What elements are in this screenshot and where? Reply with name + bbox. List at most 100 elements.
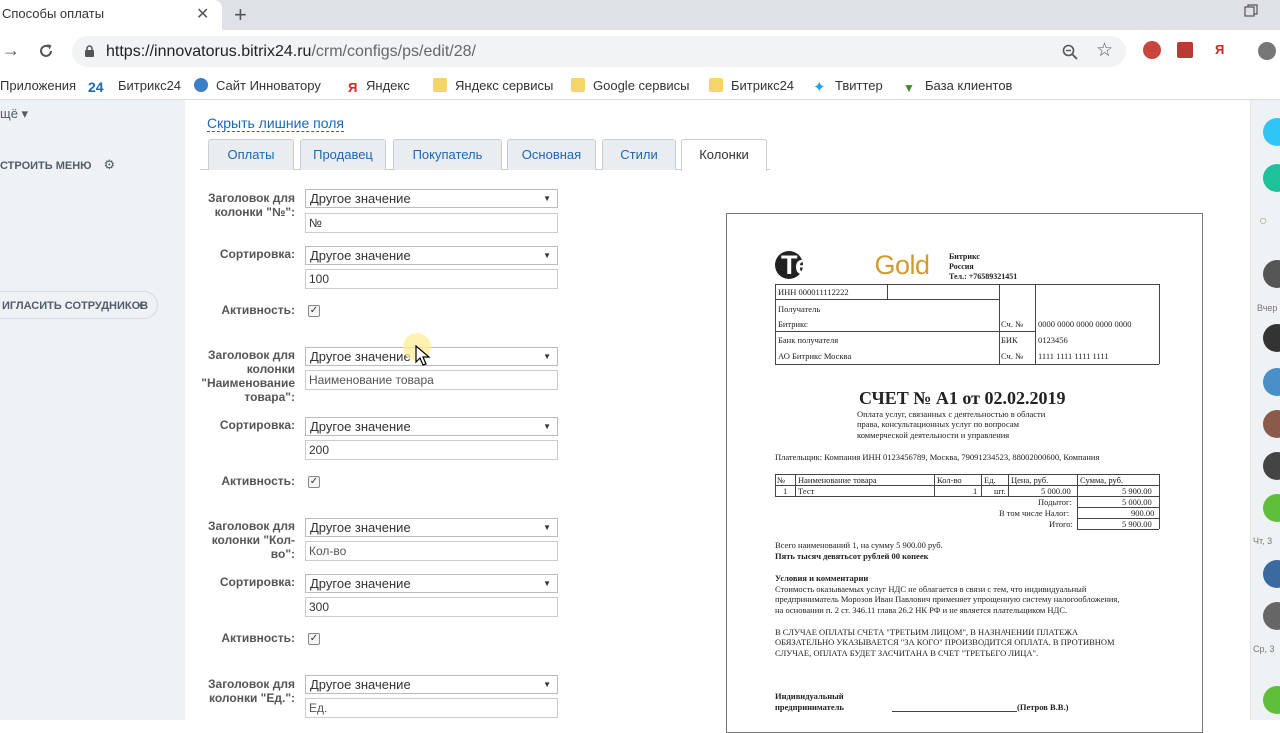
timestamp-label: Вчер — [1257, 303, 1278, 313]
payer-line: Плательщик: Компания ИНН 0123456789, Мос… — [775, 452, 1100, 462]
unit-header-input[interactable]: Ед. — [305, 698, 558, 718]
table-header: Цена, руб. — [1011, 475, 1049, 485]
avatar[interactable] — [1263, 260, 1280, 288]
account-number: 0000 0000 0000 0000 0000 — [1038, 319, 1132, 329]
tab-seller[interactable]: Продавец — [300, 139, 386, 170]
select-value: Другое значение — [310, 248, 411, 263]
signer-title-line: предприниматель — [775, 702, 844, 712]
sidebar-setup-menu[interactable]: СТРОИТЬ МЕНЮ ⚙ — [0, 157, 115, 173]
table-cell: 5 900.00 — [1122, 486, 1152, 496]
qty-sort-select[interactable]: Другое значение ▼ — [305, 574, 558, 593]
bookmark-label: Твиттер — [835, 78, 883, 93]
tab-buyer[interactable]: Покупатель — [393, 139, 502, 170]
bookmark-label: Яндекс сервисы — [455, 78, 554, 93]
bookmarks-bar: Приложения 24 Битрикс24 Сайт Инноватору Я… — [0, 72, 1280, 100]
url-host: https://innovatorus.bitrix24.ru — [106, 43, 312, 60]
logo-dark-part: Tender- — [781, 250, 875, 280]
avatar[interactable] — [1263, 560, 1280, 588]
avatar[interactable] — [1263, 410, 1280, 438]
profile-avatar[interactable] — [1258, 42, 1276, 60]
close-icon[interactable]: ✕ — [196, 4, 209, 24]
new-tab-icon[interactable]: + — [234, 2, 247, 28]
zoom-icon[interactable] — [1062, 44, 1078, 60]
pdf-extension-icon[interactable] — [1177, 42, 1193, 58]
reload-icon[interactable] — [37, 42, 55, 60]
bookmark-yandex-services[interactable]: Яндекс сервисы — [433, 78, 553, 93]
tab-main[interactable]: Основная — [507, 139, 596, 170]
chat-icon[interactable] — [1263, 164, 1280, 192]
dropdown-arrow-icon: ▼ — [543, 251, 551, 260]
table-cell: 5 000.00 — [1041, 486, 1071, 496]
avatar[interactable] — [1263, 602, 1280, 630]
qty-header-input[interactable]: Кол-во — [305, 541, 558, 561]
name-active-checkbox[interactable]: ✓ — [308, 476, 320, 488]
tax-label: В том числе Налог: — [999, 508, 1070, 518]
phone-icon[interactable] — [1263, 494, 1280, 522]
search-icon[interactable]: ○ — [1259, 212, 1267, 228]
window-restore-icon[interactable] — [1244, 4, 1258, 18]
timestamp-label: Ср, 3 — [1253, 644, 1275, 654]
timestamp-label: Чт, 3 — [1253, 536, 1273, 546]
back-arrow-icon[interactable]: → — [2, 40, 20, 61]
number-active-checkbox[interactable]: ✓ — [308, 305, 320, 317]
bank-name: АО Битрикс Москва — [778, 351, 852, 361]
avatar[interactable] — [1263, 368, 1280, 396]
gear-icon[interactable]: ⚙ — [104, 157, 116, 172]
browser-tab[interactable]: Способы оплаты ✕ — [0, 0, 222, 30]
subtotal-value: 5 000.00 — [1122, 497, 1152, 507]
table-cell: Тест — [798, 486, 815, 496]
hide-extra-fields-link[interactable]: Скрыть лишние поля — [207, 115, 344, 132]
star-icon[interactable]: ☆ — [1096, 39, 1113, 62]
name-sort-select[interactable]: Другое значение ▼ — [305, 417, 558, 436]
number-header-select[interactable]: Другое значение ▼ — [305, 189, 558, 208]
bik-label: БИК — [1001, 335, 1018, 345]
number-sort-input[interactable]: 100 — [305, 269, 558, 289]
select-value: Другое значение — [310, 419, 411, 434]
number-sort-select[interactable]: Другое значение ▼ — [305, 246, 558, 265]
tab-styles[interactable]: Стили — [602, 139, 676, 170]
bookmark-innovatorus[interactable]: Сайт Инноватору — [194, 78, 321, 93]
bookmark-bitrix24-folder[interactable]: Битрикс24 — [709, 78, 794, 93]
bookmark-twitter[interactable]: ✦ Твиттер — [813, 78, 883, 96]
qty-sort-input[interactable]: 300 — [305, 597, 558, 617]
qty-header-select[interactable]: Другое значение ▼ — [305, 518, 558, 537]
table-cell: шт. — [994, 486, 1006, 496]
tab-title: Способы оплаты — [2, 6, 105, 21]
field-label-sort: Сортировка: — [219, 247, 295, 261]
invoice-preview: Tender-Gold Битрикс Россия Тел.: +765893… — [726, 213, 1203, 733]
bookmark-google-services[interactable]: Google сервисы — [571, 78, 690, 93]
bookmark-yandex[interactable]: Я Яндекс — [348, 78, 410, 95]
avatar[interactable] — [1263, 324, 1280, 352]
tab-payments[interactable]: Оплаты — [208, 139, 294, 170]
corr-account-number: 1111 1111 1111 1111 — [1038, 351, 1109, 361]
bookmark-clients[interactable]: ▼ База клиентов — [903, 78, 1012, 95]
bookmark-label: Яндекс — [366, 78, 410, 93]
folder-icon — [433, 78, 447, 92]
name-header-select[interactable]: Другое значение ▼ — [305, 347, 558, 366]
account-label: Сч. № — [1001, 319, 1024, 329]
select-value: Другое значение — [310, 677, 411, 692]
bookmark-apps[interactable]: Приложения — [0, 78, 76, 93]
avatar[interactable] — [1263, 452, 1280, 480]
name-sort-input[interactable]: 200 — [305, 440, 558, 460]
tab-columns[interactable]: Колонки — [681, 139, 767, 171]
phone-icon[interactable] — [1263, 686, 1280, 714]
notification-icon[interactable] — [1263, 118, 1280, 146]
name-header-input[interactable]: Наименование товара — [305, 370, 558, 390]
bookmark-label: Битрикс24 — [118, 78, 182, 93]
address-bar[interactable]: https://innovatorus.bitrix24.ru/crm/conf… — [72, 36, 1126, 67]
logo-gold-part: Gold — [874, 250, 931, 280]
unit-header-select[interactable]: Другое значение ▼ — [305, 675, 558, 694]
extension-icon[interactable] — [1143, 41, 1161, 59]
sidebar-more[interactable]: щё ▾ — [0, 106, 28, 122]
number-header-input[interactable]: № — [305, 213, 558, 233]
yandex-extension-icon[interactable]: Я — [1215, 42, 1224, 57]
tax-value: 900.00 — [1131, 508, 1155, 518]
subtotal-label: Подытог: — [1038, 497, 1072, 507]
url-path: /crm/configs/ps/edit/28/ — [311, 43, 476, 60]
seller-company: Битрикс — [949, 252, 980, 261]
qty-active-checkbox[interactable]: ✓ — [308, 633, 320, 645]
bik-value: 0123456 — [1038, 335, 1068, 345]
bookmark-bitrix24[interactable]: 24 Битрикс24 — [88, 78, 182, 95]
invite-button[interactable]: ИГЛАСИТЬ СОТРУДНИКОВ + — [0, 291, 158, 319]
